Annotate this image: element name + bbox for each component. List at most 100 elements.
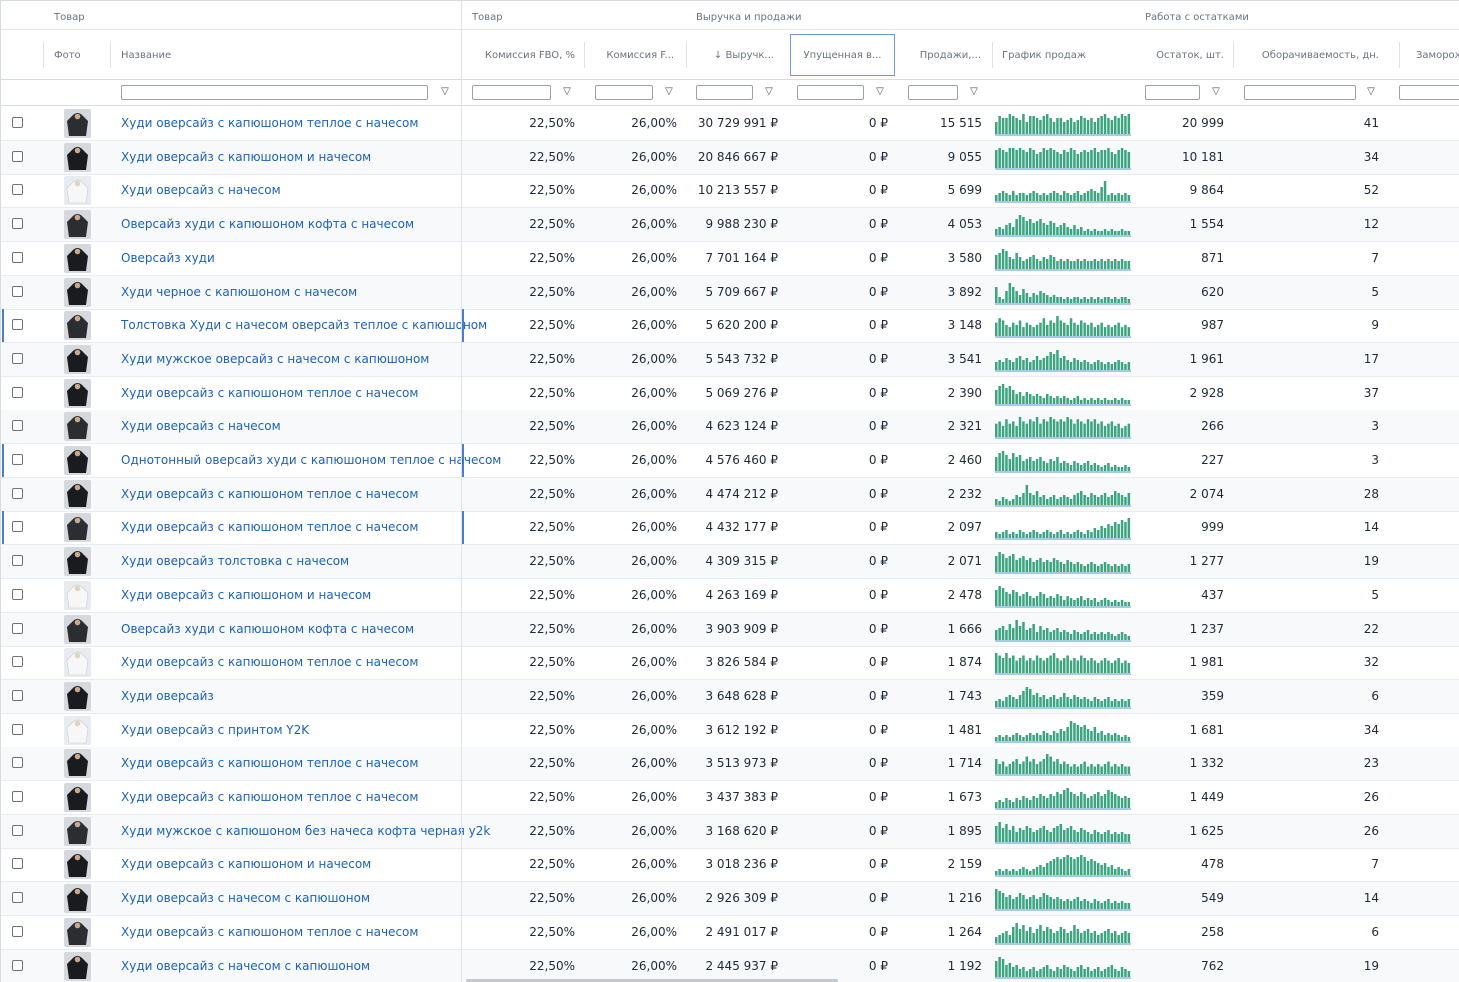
table-row[interactable]: Худи черное с капюшоном с начесом 22,50% 2… (1, 275, 1459, 310)
table-row[interactable]: Худи мужское с капюшоном без начеса кофт… (1, 814, 1459, 849)
table-row[interactable]: Худи оверсайз с начесом 22,50% 26,00% 10 21… (1, 174, 1459, 209)
table-row[interactable]: Худи оверсайз с капюшоном теплое с начес… (1, 107, 1459, 141)
row-checkbox[interactable] (12, 555, 23, 567)
table-row[interactable]: Худи оверсайз с капюшоном теплое с начес… (1, 377, 1459, 411)
filter-input-turnover[interactable] (1244, 85, 1356, 100)
filter-funnel-icon[interactable]: ▽ (439, 85, 451, 99)
product-name-link[interactable]: Худи оверсайз с капюшоном теплое с начес… (121, 478, 418, 511)
table-row[interactable]: Худи оверсайз с капюшоном и начесом 22,50… (1, 848, 1459, 883)
product-name-link[interactable]: Худи оверсайз с начесом (121, 174, 281, 207)
product-photo[interactable] (64, 311, 91, 341)
row-checkbox[interactable] (12, 757, 23, 769)
row-checkbox[interactable] (12, 454, 23, 465)
product-name-link[interactable]: Худи оверсайз с начесом с капюшоном (121, 882, 370, 915)
row-checkbox[interactable] (12, 352, 23, 364)
product-photo[interactable] (64, 109, 91, 138)
filter-funnel-icon[interactable]: ▽ (663, 85, 675, 99)
filter-funnel-icon[interactable]: ▽ (561, 85, 573, 99)
product-name-link[interactable]: Худи оверсайз (121, 680, 214, 713)
table-row[interactable]: Худи оверсайз с начесом с капюшоном 22,50… (1, 882, 1459, 917)
product-photo[interactable] (64, 479, 91, 509)
product-photo[interactable] (64, 884, 91, 914)
row-checkbox[interactable] (12, 959, 23, 971)
filter-input-lost-revenue[interactable] (797, 85, 864, 100)
product-photo[interactable] (64, 917, 91, 947)
column-header-turnover[interactable]: Оборачиваемость, дн. (1241, 30, 1379, 80)
column-header-sales[interactable]: Продажи,... (901, 30, 981, 80)
row-checkbox[interactable] (12, 689, 23, 701)
product-name-link[interactable]: Худи мужское оверсайз с начесом с капюшо… (121, 343, 429, 376)
product-photo[interactable] (64, 277, 91, 307)
row-checkbox[interactable] (12, 723, 23, 735)
product-photo[interactable] (64, 850, 91, 880)
product-photo[interactable] (64, 412, 91, 442)
table-row[interactable]: Худи оверсайз толстовка с начесом 22,50% 2… (1, 545, 1459, 580)
filter-funnel-icon[interactable]: ▽ (874, 85, 886, 99)
product-photo[interactable] (64, 783, 91, 812)
filter-input-commission-fbs[interactable] (595, 85, 653, 100)
table-row[interactable]: Худи оверсайз с капюшоном теплое с начес… (1, 781, 1459, 815)
filter-funnel-icon[interactable]: ▽ (1210, 85, 1222, 99)
table-row[interactable]: Худи оверсайз с начесом с капюшоном 22,50… (1, 949, 1459, 982)
product-photo[interactable] (64, 210, 91, 240)
table-row[interactable]: Худи оверсайз с капюшоном и начесом 22,50… (1, 140, 1459, 175)
product-name-link[interactable]: Худи мужское с капюшоном без начеса кофт… (121, 815, 490, 848)
row-checkbox[interactable] (12, 858, 23, 870)
row-checkbox[interactable] (12, 656, 23, 668)
product-photo[interactable] (64, 243, 91, 273)
product-photo[interactable] (64, 816, 91, 846)
filter-input-sales[interactable] (908, 85, 958, 100)
product-name-link[interactable]: Оверсайз худи с капюшоном кофта с начесо… (121, 208, 414, 241)
row-checkbox[interactable] (12, 386, 23, 398)
filter-funnel-icon[interactable]: ▽ (968, 85, 980, 99)
product-name-link[interactable]: Худи оверсайз с капюшоном и начесом (121, 848, 371, 881)
product-photo[interactable] (64, 951, 91, 981)
column-header-photo[interactable]: Фото (54, 30, 109, 80)
filter-funnel-icon[interactable]: ▽ (1365, 85, 1377, 99)
product-name-link[interactable]: Худи оверсайз с капюшоном теплое с начес… (121, 511, 418, 544)
column-header-sales-chart[interactable]: График продаж (1002, 30, 1122, 80)
product-photo[interactable] (64, 176, 91, 206)
column-header-lost-revenue[interactable]: Упущенная в... (790, 34, 895, 76)
table-row[interactable]: Худи оверсайз с капюшоном и начесом 22,50… (1, 579, 1459, 613)
table-row[interactable]: Худи оверсайз с капюшоном теплое с начес… (1, 646, 1459, 681)
row-checkbox[interactable] (12, 420, 23, 432)
table-row[interactable]: Толстовка Худи с начесом оверсайз теплое… (1, 309, 1459, 344)
product-photo[interactable] (64, 547, 91, 577)
table-row[interactable]: Худи оверсайз с капюшоном теплое с начес… (1, 747, 1459, 782)
product-name-link[interactable]: Худи черное с капюшоном с начесом (121, 276, 357, 309)
filter-input-name[interactable] (121, 85, 428, 100)
row-checkbox[interactable] (12, 150, 23, 162)
product-photo[interactable] (64, 378, 91, 408)
row-checkbox[interactable] (12, 117, 23, 128)
column-header-commission-fbo[interactable]: Комиссия FBO, % (471, 30, 575, 80)
table-row[interactable]: Худи мужское оверсайз с начесом с капюшо… (1, 342, 1459, 377)
row-checkbox[interactable] (12, 824, 23, 836)
row-checkbox[interactable] (12, 622, 23, 634)
table-row[interactable]: Худи оверсайз с капюшоном теплое с начес… (1, 916, 1459, 950)
filter-input-commission-fbo[interactable] (472, 85, 551, 100)
table-row[interactable]: Худи оверсайз с капюшоном теплое с начес… (1, 477, 1459, 512)
product-name-link[interactable]: Худи оверсайз с капюшоном теплое с начес… (121, 646, 418, 679)
filter-input-stock[interactable] (1145, 85, 1200, 100)
filter-input-frozen[interactable] (1399, 85, 1459, 100)
column-header-name[interactable]: Название (121, 30, 451, 80)
row-checkbox[interactable] (12, 184, 23, 196)
product-name-link[interactable]: Худи оверсайз с капюшоном теплое с начес… (121, 107, 418, 140)
product-photo[interactable] (64, 715, 91, 745)
table-row[interactable]: Однотонный оверсайз худи с капюшоном теп… (1, 444, 1459, 478)
column-header-stock[interactable]: Остаток, шт. (1141, 30, 1224, 80)
product-name-link[interactable]: Худи оверсайз с капюшоном и начесом (121, 579, 371, 612)
table-row[interactable]: Худи оверсайз 22,50% 26,00% 3 648 628 ₽ 0 ₽ 1… (1, 679, 1459, 714)
row-checkbox[interactable] (12, 487, 23, 499)
product-name-link[interactable]: Худи оверсайз с начесом (121, 410, 281, 443)
table-row[interactable]: Худи оверсайз с принтом Y2K 22,50% 26,00% 3… (1, 714, 1459, 748)
row-checkbox[interactable] (12, 319, 23, 331)
product-photo[interactable] (64, 513, 91, 543)
row-checkbox[interactable] (12, 791, 23, 802)
table-row[interactable]: Оверсайз худи 22,50% 26,00% 7 701 164 ₽ 0 ₽ 3… (1, 242, 1459, 276)
product-photo[interactable] (64, 142, 91, 172)
filter-funnel-icon[interactable]: ▽ (763, 85, 775, 99)
column-header-commission-fbs[interactable]: Комиссия F... (591, 30, 674, 80)
product-photo[interactable] (64, 681, 91, 711)
